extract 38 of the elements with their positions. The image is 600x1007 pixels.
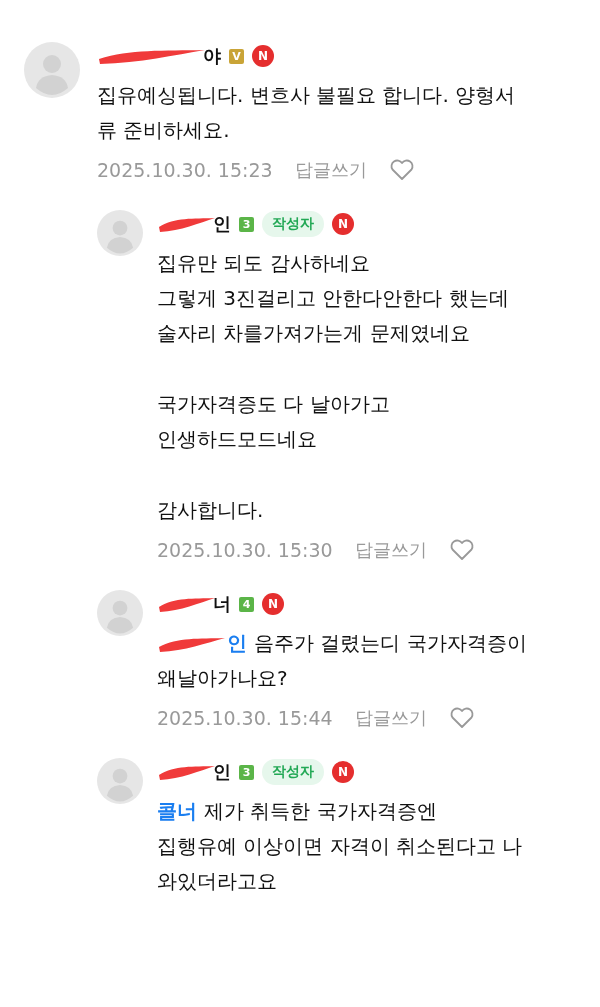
like-heart-icon[interactable] (448, 538, 475, 562)
level-badge: V (229, 48, 244, 64)
comment-text: 술자리 차를가져가는게 문제였네요 (157, 320, 470, 347)
mention-link[interactable]: 콜너 (157, 794, 197, 829)
username[interactable]: 인 (213, 212, 231, 236)
comment-text: 류 준비하세요. (97, 117, 230, 144)
level-badge: 3 (239, 764, 254, 780)
mention-link[interactable]: 인 (227, 626, 247, 661)
comment-text: 음주가 걸렸는디 국가자격증이 (254, 630, 527, 657)
level-badge: 4 (239, 596, 254, 612)
new-badge: N (332, 213, 354, 235)
reply-link[interactable]: 답글쓰기 (354, 538, 427, 562)
timestamp: 2025.10.30. 15:44 (157, 707, 333, 729)
comment-text: 와있더라고요 (157, 868, 277, 895)
comment-text: 왜날아가나요? (157, 665, 288, 692)
comment-text: 제가 취득한 국가자격증엔 (204, 798, 437, 825)
username[interactable]: 야 (203, 44, 221, 68)
level-badge: 3 (239, 216, 254, 232)
reply-link[interactable]: 답글쓰기 (354, 706, 427, 730)
timestamp: 2025.10.30. 15:23 (97, 159, 273, 181)
comment-text: 집유만 되도 감사하네요 (157, 250, 370, 277)
new-badge: N (262, 593, 284, 615)
comment-text: 집행유예 이상이면 자격이 취소된다고 나 (157, 833, 523, 860)
comment-text: 국가자격증도 다 날아가고 (157, 391, 390, 418)
new-badge: N (252, 45, 274, 67)
comment-text: 인생하드모드네요 (157, 426, 317, 453)
new-badge: N (332, 761, 354, 783)
comment-text: 감사합니다. (157, 497, 264, 524)
comment-text: 집유예싱됩니다. 변흐사 불필요 합니다. 양형서 (97, 82, 516, 109)
username[interactable]: 너 (213, 592, 231, 616)
author-tag: 작성자 (262, 211, 324, 237)
timestamp: 2025.10.30. 15:30 (157, 539, 333, 561)
comment-text: 그렇게 3진걸리고 안한다안한다 했는데 (157, 285, 509, 312)
author-tag: 작성자 (262, 759, 324, 785)
reply-link[interactable]: 답글쓰기 (294, 158, 367, 182)
username[interactable]: 인 (213, 760, 231, 784)
like-heart-icon[interactable] (388, 158, 415, 182)
like-heart-icon[interactable] (448, 706, 475, 730)
